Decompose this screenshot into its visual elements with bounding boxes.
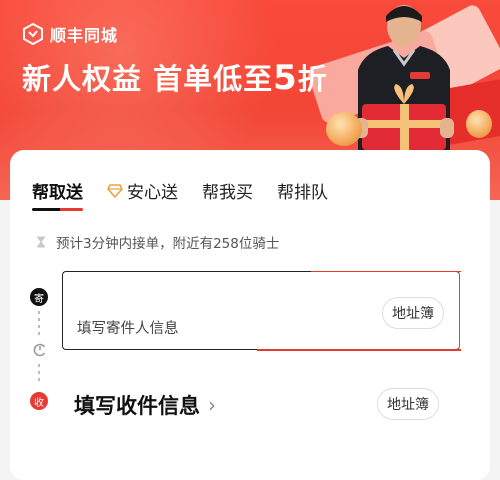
tab-queue-for-me[interactable]: 帮排队	[277, 178, 328, 203]
tab-label: 帮排队	[277, 183, 328, 203]
sender-info-field[interactable]: 填写寄件人信息 地址簿	[62, 270, 461, 351]
field-highlight-border	[311, 270, 461, 272]
brand-name: 顺丰同城	[50, 26, 119, 45]
tab-secure-delivery[interactable]: 安心送	[107, 178, 178, 203]
tab-pickup-delivery[interactable]: 帮取送	[32, 178, 83, 211]
eta-text: 预计3分钟内接单，附近有258位骑士	[56, 236, 280, 252]
swap-icon[interactable]	[32, 342, 48, 358]
tab-label: 安心送	[127, 183, 178, 203]
route-dash	[38, 378, 40, 381]
route-dash	[38, 311, 40, 314]
promo-discount-number: 5	[273, 58, 298, 98]
route-dash	[38, 371, 40, 374]
receiver-info-row[interactable]: 填写收件信息 ›	[74, 390, 216, 420]
hourglass-icon	[37, 236, 45, 248]
tab-buy-for-me[interactable]: 帮我买	[202, 178, 253, 203]
gold-coin-decoration	[466, 110, 492, 138]
brand-logo-icon	[23, 23, 43, 45]
service-tabs: 帮取送 安心送 帮我买 帮排队	[32, 178, 352, 211]
receiver-badge: 收	[30, 392, 48, 410]
brand-logo: 顺丰同城	[22, 22, 118, 46]
route-dash	[38, 364, 40, 367]
receiver-badge-text: 收	[34, 397, 44, 409]
tab-label: 帮我买	[202, 183, 253, 203]
sender-badge: 寄	[30, 288, 48, 306]
sender-info-placeholder: 填写寄件人信息	[77, 321, 179, 337]
sender-address-book-button[interactable]: 地址簿	[382, 297, 444, 329]
order-card: 帮取送 安心送 帮我买 帮排队 预计3分钟内接单，附近有258位骑士 寄 收 填…	[10, 150, 490, 480]
promo-headline: 新人权益 首单低至5折	[22, 56, 328, 98]
receiver-info-title: 填写收件信息	[74, 394, 200, 418]
courier-illustration	[354, 5, 454, 158]
chevron-right-icon: ›	[208, 393, 216, 417]
promo-headline-suffix: 折	[297, 62, 328, 96]
route-dash	[38, 332, 40, 335]
tab-label: 帮取送	[32, 183, 83, 203]
diamond-icon	[107, 183, 123, 198]
receiver-address-book-button[interactable]: 地址簿	[377, 388, 439, 420]
field-highlight-border	[257, 349, 461, 351]
route-dash	[38, 325, 40, 328]
eta-info: 预计3分钟内接单，附近有258位骑士	[36, 232, 279, 252]
route-dash	[38, 318, 40, 321]
promo-headline-text: 新人权益 首单低至	[22, 62, 274, 96]
gold-coin-decoration	[326, 112, 362, 146]
sender-badge-text: 寄	[34, 293, 44, 305]
